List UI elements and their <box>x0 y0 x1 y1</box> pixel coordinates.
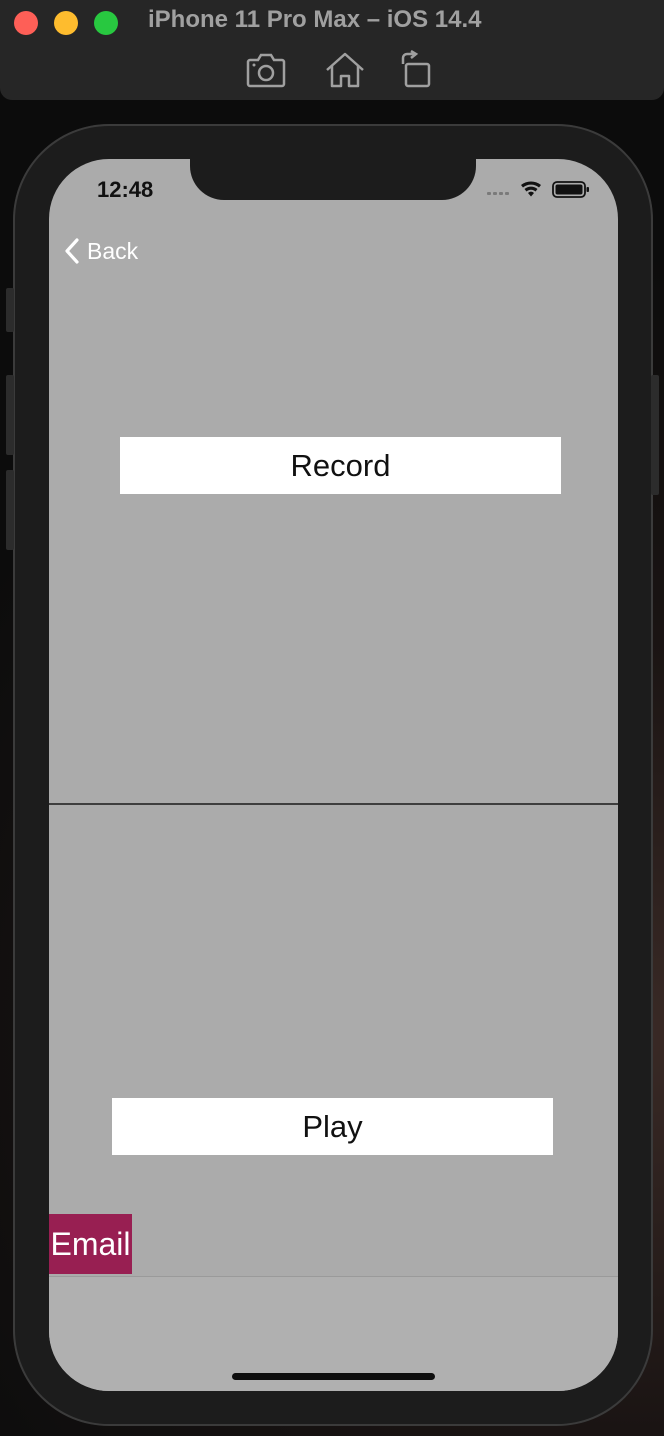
play-button[interactable]: Play <box>112 1098 553 1155</box>
window-title: iPhone 11 Pro Max – iOS 14.4 <box>148 6 482 33</box>
volume-up-button <box>6 375 14 455</box>
battery-icon <box>552 181 589 198</box>
record-button[interactable]: Record <box>120 437 561 494</box>
notch <box>190 159 476 200</box>
device-screen: 12:48 Back Record Play Email <box>49 159 618 1391</box>
home-indicator <box>232 1373 435 1380</box>
rotate-icon[interactable] <box>397 50 439 90</box>
wifi-icon <box>521 181 541 197</box>
audio-waveform <box>49 686 618 922</box>
status-time: 12:48 <box>97 177 154 202</box>
minimize-window-button[interactable] <box>54 11 78 35</box>
chevron-left-icon <box>65 238 79 264</box>
camera-icon[interactable] <box>245 50 287 90</box>
silent-switch <box>6 288 14 332</box>
back-label: Back <box>87 237 139 264</box>
zoom-window-button[interactable] <box>94 11 118 35</box>
simulator-titlebar: iPhone 11 Pro Max – iOS 14.4 <box>0 0 664 100</box>
back-button[interactable]: Back <box>63 235 138 267</box>
close-window-button[interactable] <box>14 11 38 35</box>
email-button[interactable]: Email <box>49 1214 132 1274</box>
power-button <box>651 375 659 495</box>
cellular-icon <box>487 192 509 195</box>
volume-down-button <box>6 470 14 550</box>
home-icon[interactable] <box>324 50 366 90</box>
status-icons <box>487 181 589 198</box>
